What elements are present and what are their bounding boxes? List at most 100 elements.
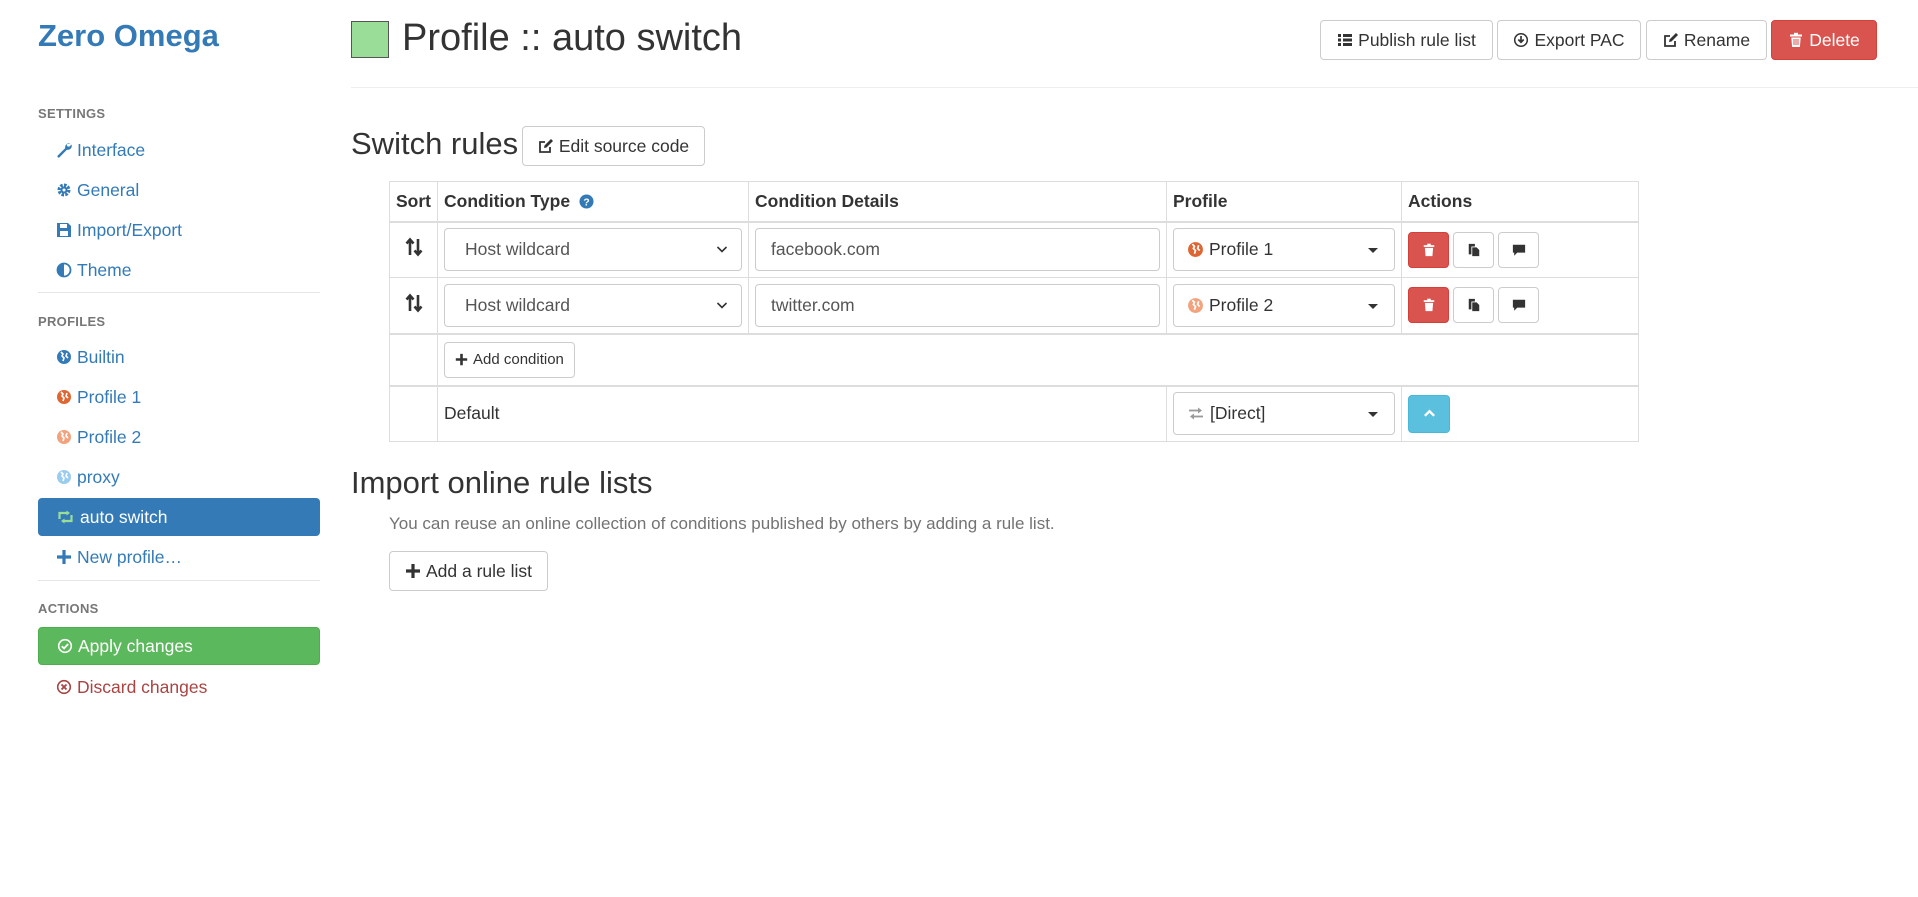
default-profile-select[interactable]: [Direct]	[1173, 392, 1395, 436]
floppy-disk-icon	[57, 223, 71, 237]
sidebar-item-label: Interface	[77, 139, 146, 160]
edit-source-label: Edit source code	[558, 135, 690, 156]
condition-details-input[interactable]: twitter.com	[755, 283, 1160, 327]
condition-type-cell: Host wildcard	[437, 277, 749, 334]
export-label: Export PAC	[1534, 29, 1625, 50]
rule-actions	[1408, 231, 1632, 268]
sidebar-item-label: Profile 2	[77, 426, 142, 447]
note-rule-button[interactable]	[1498, 287, 1539, 324]
switch-rules-table: Sort Condition Type ? Condition Details …	[389, 181, 1639, 442]
import-help-text: You can reuse an online collection of co…	[389, 514, 1055, 533]
default-profile-cell: [Direct]	[1166, 384, 1402, 442]
clone-rule-button[interactable]	[1453, 231, 1494, 268]
globe-icon	[57, 390, 71, 404]
wrench-icon	[57, 143, 72, 158]
delete-profile-button[interactable]: Delete	[1771, 20, 1877, 60]
gear-icon	[57, 183, 71, 197]
sidebar-item-label: General	[77, 179, 140, 200]
profile-value: Profile 2	[1209, 294, 1274, 315]
header-divider	[351, 87, 1918, 88]
actions-cell	[1401, 277, 1639, 334]
sidebar-item-new-profile[interactable]: New profile…	[38, 538, 320, 576]
brand-logo[interactable]: Zero Omega	[38, 18, 219, 54]
condition-details-input[interactable]: facebook.com	[755, 228, 1160, 272]
add-condition-button[interactable]: Add condition	[444, 341, 575, 378]
chevron-down-icon	[716, 246, 728, 253]
settings-header: SETTINGS	[38, 106, 106, 121]
export-pac-button[interactable]: Export PAC	[1497, 20, 1641, 60]
default-profile-value: [Direct]	[1210, 403, 1266, 424]
sidebar-item-interface[interactable]: Interface	[38, 131, 320, 169]
caret-down-icon	[1368, 248, 1378, 254]
add-condition-cell: Add condition	[437, 332, 1639, 386]
condition-type-value: Host wildcard	[465, 239, 571, 260]
sort-handle-icon[interactable]	[405, 293, 423, 313]
sidebar-item-label: Theme	[77, 259, 132, 280]
add-rule-list-button[interactable]: Add a rule list	[389, 551, 548, 591]
globe-icon	[1188, 297, 1203, 313]
add-condition-row: Add condition	[389, 332, 1639, 386]
list-icon	[1338, 34, 1353, 46]
sidebar-item-profile-1[interactable]: Profile 1	[38, 378, 320, 416]
condition-type-select[interactable]: Host wildcard	[444, 283, 742, 327]
edit-source-code-button[interactable]: Edit source code	[522, 126, 705, 166]
profile-select[interactable]: Profile 1	[1173, 228, 1395, 272]
sidebar-item-general[interactable]: General	[38, 171, 320, 209]
sort-handle-icon[interactable]	[405, 237, 423, 257]
table-row: Host wildcard facebook.com Profile 1	[389, 221, 1639, 278]
rename-label: Rename	[1683, 29, 1751, 50]
trash-icon	[1423, 243, 1434, 256]
check-circle-icon	[57, 638, 73, 654]
apply-changes-button[interactable]: Apply changes	[38, 627, 320, 665]
sidebar-item-profile-2[interactable]: Profile 2	[38, 418, 320, 456]
retweet-icon	[58, 510, 73, 524]
rule-actions	[1408, 287, 1632, 324]
sidebar-item-label: auto switch	[80, 506, 168, 527]
condition-details-cell: facebook.com	[748, 221, 1167, 278]
condition-details-cell: twitter.com	[748, 277, 1167, 334]
default-label: Default	[437, 384, 1167, 442]
globe-icon	[1188, 242, 1203, 258]
note-rule-button[interactable]	[1498, 231, 1539, 268]
help-icon[interactable]: ?	[579, 194, 594, 209]
copy-icon	[1468, 243, 1479, 256]
column-header-sort: Sort	[389, 181, 438, 223]
scroll-up-button[interactable]	[1408, 394, 1450, 433]
sidebar-item-proxy[interactable]: proxy	[38, 458, 320, 496]
sidebar-item-auto-switch[interactable]: auto switch	[38, 498, 320, 536]
discard-changes-button[interactable]: Discard changes	[38, 668, 320, 706]
edit-icon	[1664, 33, 1678, 47]
delete-label: Delete	[1809, 29, 1860, 50]
comment-icon	[1512, 300, 1525, 311]
add-condition-label: Add condition	[473, 351, 564, 368]
sidebar-divider	[38, 292, 320, 293]
actions-header: ACTIONS	[38, 601, 99, 616]
comment-icon	[1512, 244, 1525, 256]
plus-icon	[405, 564, 420, 578]
sidebar-item-theme[interactable]: Theme	[38, 251, 320, 289]
sidebar-item-label: Import/Export	[77, 219, 183, 240]
sidebar-item-builtin[interactable]: Builtin	[38, 338, 320, 376]
publish-label: Publish rule list	[1358, 29, 1476, 50]
condition-type-cell: Host wildcard	[437, 221, 749, 278]
publish-rule-list-button[interactable]: Publish rule list	[1320, 20, 1493, 60]
profile-select[interactable]: Profile 2	[1173, 283, 1395, 327]
condition-type-select[interactable]: Host wildcard	[444, 228, 742, 272]
sidebar-item-label: Profile 1	[77, 386, 142, 407]
caret-down-icon	[1368, 412, 1378, 418]
sidebar-item-import-export[interactable]: Import/Export	[38, 211, 320, 249]
switch-rules-title: Switch rules	[351, 126, 519, 161]
apply-changes-label: Apply changes	[78, 635, 193, 656]
profile-color-swatch[interactable]	[351, 21, 389, 58]
globe-icon	[57, 470, 71, 484]
delete-rule-button[interactable]	[1408, 287, 1449, 324]
sidebar-item-label: New profile…	[77, 546, 183, 567]
default-rule-row: Default [Direct]	[389, 384, 1639, 442]
clone-rule-button[interactable]	[1453, 287, 1494, 324]
rename-button[interactable]: Rename	[1646, 20, 1767, 60]
x-circle-icon	[56, 679, 72, 695]
trash-icon	[1790, 32, 1803, 47]
delete-rule-button[interactable]	[1408, 231, 1449, 268]
chevron-up-icon	[1423, 409, 1435, 417]
empty-cell	[389, 384, 438, 442]
